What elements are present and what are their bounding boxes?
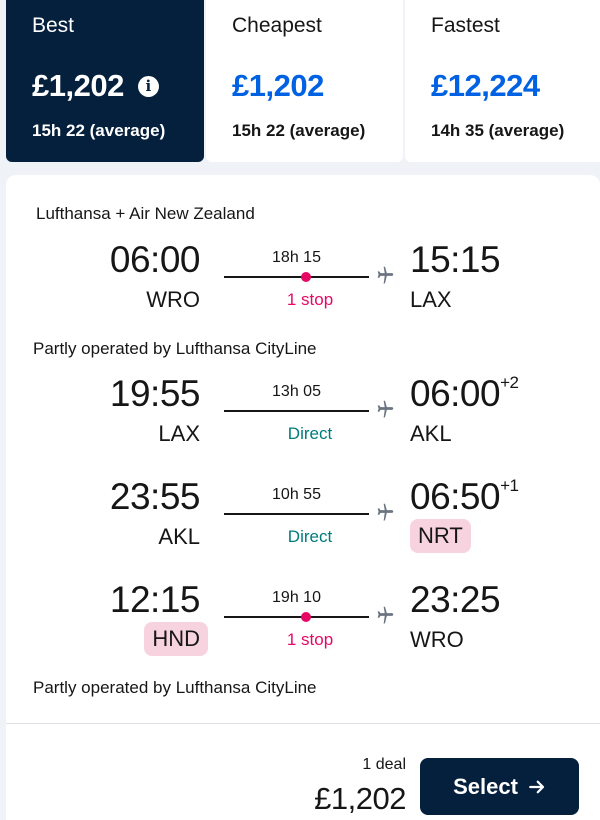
tab-fastest-duration: 14h 35 (average) [431,121,565,140]
select-button-label: Select [453,773,518,799]
tab-best-label: Best [32,14,75,37]
stops-label: Direct [287,527,333,546]
info-icon[interactable]: i [137,75,159,97]
departure-time: 23:55 [109,476,201,517]
tab-cheapest-label: Cheapest [232,14,322,37]
plane-icon [377,606,394,624]
plane-icon [377,503,394,521]
route-line [224,276,369,278]
sort-tabs: Best £1,202 i 15h 22 (average) Cheapest … [0,0,600,162]
stops-label: 1 stop [286,290,334,309]
route-line [224,410,369,412]
leg-duration: 19h 10 [272,589,321,606]
stop-dot [301,612,311,622]
arrival-time: 15:15 [410,239,501,281]
stop-dot [301,272,311,282]
arrival-time-value: 06:50 [410,476,501,517]
airline-name: Lufthansa + Air New Zealand [36,204,255,223]
departure-airport: AKL [158,524,200,549]
plane-icon [377,266,394,284]
tab-cheapest-price: £1,202 [232,68,324,103]
plus-days: +2 [500,373,519,392]
route-line [224,616,369,618]
tab-cheapest-duration: 15h 22 (average) [232,121,366,140]
tab-fastest-price-row: £12,224 [431,66,600,106]
tab-fastest-price: £12,224 [431,68,540,103]
tab-cheapest[interactable]: Cheapest £1,202 15h 22 (average) [206,0,403,162]
departure-time: 06:00 [109,239,201,280]
tab-best[interactable]: Best £1,202 i 15h 22 (average) [6,0,204,162]
stops-label: Direct [287,424,333,443]
departure-airport-highlighted: HND [144,622,208,656]
route-line [224,513,369,515]
tab-best-duration: 15h 22 (average) [32,121,166,140]
tab-best-price: £1,202 [32,68,124,103]
arrival-airport: AKL [410,421,452,446]
tab-cheapest-price-row: £1,202 [232,66,403,106]
departure-airport: LAX [158,421,200,446]
arrival-airport-highlighted: NRT [410,519,471,553]
departure-time: 12:15 [109,579,201,620]
arrow-right-icon [529,780,545,793]
flight-leg: 23:55 AKL 10h 55 Direct 06:50+1 NRT [6,476,600,576]
total-price: £1,202 [314,781,406,816]
arrival-time-value: 06:00 [410,373,501,414]
departure-time: 19:55 [109,373,201,414]
arrival-time: 23:25 [410,579,501,621]
tab-fastest-label: Fastest [431,14,500,37]
plane-icon [377,400,394,418]
leg-duration: 18h 15 [272,249,321,266]
flight-result-card[interactable]: Lufthansa + Air New Zealand 06:00 WRO 18… [6,175,600,820]
arrival-airport: LAX [410,287,452,312]
arrival-time-value: 23:25 [410,579,501,620]
arrival-time: 06:50+1 [410,476,519,518]
departure-airport: WRO [146,287,200,312]
arrival-time-value: 15:15 [410,239,501,280]
arrival-time: 06:00+2 [410,373,519,415]
flight-leg: 06:00 WRO 18h 15 1 stop 15:15 LAX [6,239,600,339]
flight-leg: 19:55 LAX 13h 05 Direct 06:00+2 AKL [6,373,600,473]
deal-count: 1 deal [362,756,406,773]
select-button[interactable]: Select [420,758,579,815]
card-divider [6,723,600,724]
arrival-airport: WRO [410,627,464,652]
plus-days: +1 [500,476,519,495]
tab-fastest[interactable]: Fastest £12,224 14h 35 (average) [405,0,600,162]
leg-duration: 13h 05 [272,383,321,400]
operated-by-note: Partly operated by Lufthansa CityLine [33,678,317,697]
stops-label: 1 stop [286,630,334,649]
tab-best-price-row: £1,202 i [32,66,204,106]
leg-duration: 10h 55 [272,486,321,503]
flight-leg: 12:15 HND 19h 10 1 stop 23:25 WRO [6,579,600,679]
operated-by-note: Partly operated by Lufthansa CityLine [33,339,317,358]
